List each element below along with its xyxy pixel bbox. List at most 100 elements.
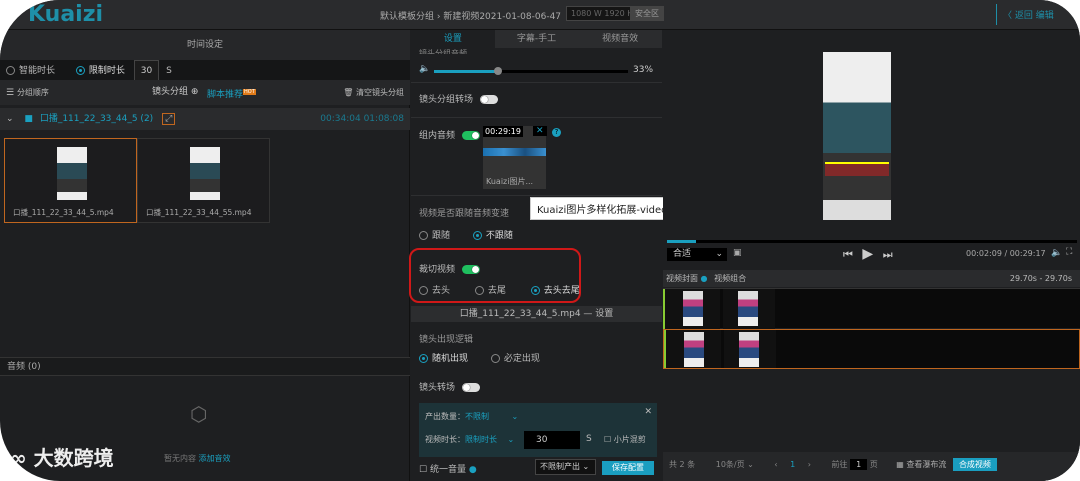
- total-count: 共 2 条: [669, 460, 696, 469]
- group-name[interactable]: 口播_111_22_33_44_5 (2): [40, 114, 153, 124]
- radio-label: 去头: [432, 286, 451, 296]
- safe-zone-button[interactable]: 安全区: [630, 6, 664, 21]
- track-clip[interactable]: [738, 291, 758, 326]
- output-box: 产出数量：不限制 ⌄ ✕ 视频时长：限制时长 ⌄ 30 S ☐ 小片混剪: [419, 403, 657, 457]
- shot-group-title: 镜头分组 ⊕: [152, 80, 198, 105]
- audio-title: 音频 (0): [0, 357, 410, 376]
- track-clip[interactable]: [739, 332, 759, 367]
- back-button[interactable]: 〈 返回 编辑: [996, 4, 1060, 25]
- page-number[interactable]: 1: [790, 460, 795, 469]
- radio-trim-both[interactable]: 去头去尾: [530, 286, 580, 296]
- waveform: [483, 148, 546, 156]
- output-select-label: 不限制产出: [540, 462, 580, 471]
- prev-icon[interactable]: ⏮: [843, 248, 853, 261]
- clip-thumbnail: [190, 147, 220, 200]
- compose-button[interactable]: 合成视频: [952, 458, 997, 471]
- waterfall-button[interactable]: ▦ 查看瀑布流: [896, 460, 946, 469]
- follow-label: 视频是否跟随音频变速: [419, 209, 510, 219]
- goto-input[interactable]: 1: [850, 459, 868, 470]
- appear-label: 镜头出现逻辑: [419, 335, 474, 345]
- timeline-track[interactable]: [663, 329, 1080, 369]
- transition-toggle[interactable]: [479, 95, 498, 104]
- fit-select[interactable]: 合适 ⌄: [667, 248, 727, 261]
- track-clip[interactable]: [683, 291, 703, 326]
- radio-label: 去头去尾: [543, 286, 580, 296]
- radio-random[interactable]: 随机出现: [419, 354, 468, 364]
- help-icon[interactable]: ●: [701, 274, 708, 283]
- tab-subtitles[interactable]: 字幕-手工: [494, 30, 579, 48]
- script-recommend-link[interactable]: 脚本推荐HOT: [207, 80, 256, 108]
- group-order-button[interactable]: ☰ 分组顺序: [6, 88, 49, 98]
- volume-slider[interactable]: [434, 67, 628, 75]
- audio-time: 00:29:19: [483, 126, 523, 137]
- watermark-text: 大数跨境: [33, 446, 114, 470]
- video-preview[interactable]: [823, 52, 891, 220]
- next-page-icon[interactable]: ›: [808, 460, 811, 469]
- cover-label[interactable]: 视频封面: [666, 274, 698, 283]
- dimensions-badge: 1080 W 1920 H: [566, 6, 639, 21]
- output-count-select[interactable]: 不限制: [465, 412, 489, 421]
- group-audio-toggle[interactable]: [461, 131, 480, 140]
- track-clip[interactable]: [684, 332, 704, 367]
- radio-must[interactable]: 必定出现: [490, 354, 540, 364]
- small-only-checkbox[interactable]: ☐ 小片混剪: [604, 434, 646, 445]
- screenshot-icon[interactable]: ▣: [733, 248, 742, 258]
- clear-groups-button[interactable]: 🗑 清空镜头分组: [343, 80, 404, 105]
- output-select[interactable]: 不限制产出 ⌄: [535, 459, 596, 475]
- radio-trim-head[interactable]: 去头: [419, 286, 450, 296]
- trim-toggle[interactable]: [461, 265, 480, 274]
- chevron-down-icon[interactable]: ⌄: [6, 114, 14, 124]
- tab-video-audio[interactable]: 视频音效: [578, 30, 663, 48]
- output-count-label: 产出数量：: [425, 412, 465, 421]
- volume-handle[interactable]: [494, 67, 503, 75]
- close-icon[interactable]: ✕: [644, 407, 652, 417]
- radio-follow[interactable]: 跟随: [419, 231, 450, 241]
- radio-label: 随机出现: [432, 354, 469, 364]
- clip-card[interactable]: 口播_111_22_33_44_55.mp4: [137, 138, 270, 223]
- prev-page-icon[interactable]: ‹: [774, 460, 777, 469]
- volume-icon[interactable]: 🔈: [1051, 248, 1062, 258]
- clip-settings-title: 口播_111_22_33_44_5.mp4 — 设置: [411, 306, 662, 322]
- radio-label: 智能时长: [19, 66, 56, 76]
- progress-bar[interactable]: [667, 240, 1077, 243]
- group-time: 00:34:04 01:08:08: [320, 114, 404, 124]
- folder-icon: ■: [24, 114, 33, 124]
- page-size-select[interactable]: 10条/页 ⌄: [716, 460, 754, 469]
- shot-group-label: 镜头分组: [152, 87, 189, 97]
- radio-limit-duration[interactable]: 限制时长: [75, 66, 125, 76]
- combo-label[interactable]: 视频组合: [714, 274, 746, 283]
- radio-smart-duration[interactable]: 智能时长: [6, 66, 55, 76]
- shot-transition-toggle[interactable]: [461, 383, 480, 392]
- app-window: Kuaizi 默认模板分组 › 新建视频2021-01-08-06-47 108…: [0, 0, 1080, 481]
- clip-card[interactable]: 口播_111_22_33_44_5.mp4: [4, 138, 137, 223]
- save-button[interactable]: 保存配置: [602, 461, 654, 475]
- expand-icon[interactable]: ⤢: [162, 113, 176, 125]
- timeline-track[interactable]: [663, 288, 1080, 329]
- unify-volume-checkbox[interactable]: ☐ 统一音量 ●: [419, 462, 477, 475]
- duration-mode-select[interactable]: 限制时长: [465, 435, 497, 444]
- breadcrumb[interactable]: 默认模板分组 › 新建视频2021-01-08-06-47: [380, 9, 561, 22]
- watermark: ∞ 大数跨境: [10, 446, 114, 470]
- hot-badge: HOT: [243, 89, 256, 95]
- play-icon[interactable]: ▶: [862, 246, 873, 262]
- volume-label: 镜头分组音频: [419, 49, 467, 54]
- empty-text: 暂无内容: [164, 454, 196, 463]
- tab-settings[interactable]: 设置: [411, 30, 495, 48]
- duration-input[interactable]: 30: [524, 431, 580, 449]
- close-icon[interactable]: ✕: [533, 126, 547, 136]
- audio-name: Kuaizi图片...: [486, 177, 534, 186]
- fullscreen-icon[interactable]: ⛶: [1066, 247, 1072, 257]
- next-icon[interactable]: ⏭: [883, 248, 893, 261]
- help-icon[interactable]: ?: [552, 128, 561, 137]
- radio-label: 去尾: [487, 286, 506, 296]
- add-icon[interactable]: ⊕: [191, 87, 199, 97]
- limit-input[interactable]: 30: [133, 60, 160, 82]
- trim-label: 裁切视频: [419, 265, 456, 275]
- radio-trim-tail[interactable]: 去尾: [474, 286, 506, 296]
- duration-unit: S: [586, 434, 592, 444]
- time-display: 00:02:09 / 00:29:17: [966, 249, 1046, 258]
- add-music-link[interactable]: 添加音效: [199, 454, 231, 463]
- header: Kuaizi 默认模板分组 › 新建视频2021-01-08-06-47 108…: [0, 0, 1080, 30]
- radio-no-follow[interactable]: 不跟随: [472, 231, 513, 241]
- page-unit: 页: [869, 460, 878, 469]
